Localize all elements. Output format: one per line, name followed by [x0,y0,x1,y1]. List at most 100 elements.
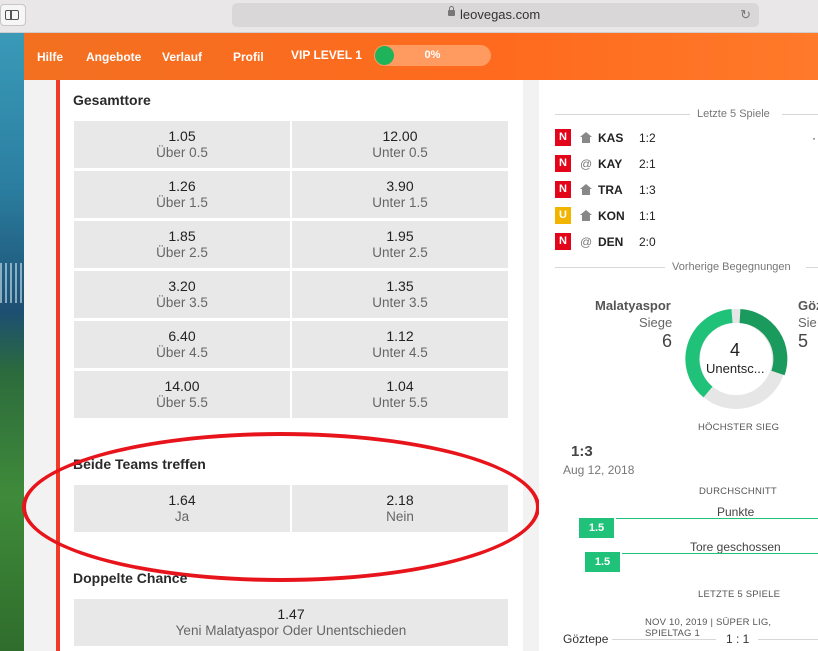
odds-button[interactable]: 1.12 Unter 4.5 [292,321,508,368]
away-wins-label: Sie [798,315,817,330]
highest-win-title: HÖCHSTER SIEG [698,422,780,433]
odds-value: 1.05 [168,128,196,144]
section-title-total-goals: Gesamttore [73,92,151,108]
odds-button-double-chance[interactable]: 1.47 Yeni Malatyaspor Oder Unentschieden [74,599,508,646]
divider [612,639,716,640]
odds-value: 1.12 [386,328,414,344]
reload-icon[interactable]: ↻ [740,7,751,23]
address-bar[interactable]: leovegas.com ↻ [232,3,759,27]
sidebar-toggle-button[interactable] [0,4,26,26]
away-wins-count: 5 [798,331,809,351]
home-team-name: Malatyaspor [595,298,671,313]
match-team: Göztepe [563,632,609,646]
divider [758,639,818,640]
odds-button[interactable]: 12.00 Unter 0.5 [292,121,508,168]
divider [806,267,818,268]
odds-label: Yeni Malatyaspor Oder Unentschieden [175,623,407,638]
odds-button[interactable]: 6.40 Über 4.5 [74,321,290,368]
nav-profile[interactable]: Profil [233,50,264,64]
vip-level-label[interactable]: VIP LEVEL 1 [291,48,362,62]
top-nav: Hilfe Angebote Verlauf Profil VIP LEVEL … [24,33,818,80]
odds-label: Unter 0.5 [372,145,428,160]
highest-win-date: Aug 12, 2018 [563,463,635,477]
odds-label: Über 0.5 [156,145,208,160]
result-badge: N [555,155,571,172]
odds-label: Über 5.5 [156,395,208,410]
vip-progress-bar: 0% [374,45,491,66]
odds-value: 1.35 [386,278,414,294]
home-icon [580,210,592,221]
divider [555,267,665,268]
odds-value: 14.00 [164,378,200,394]
points-label: Punkte [717,505,755,519]
odds-button[interactable]: 1.95 Unter 2.5 [292,221,508,268]
odds-button[interactable]: 14.00 Über 5.5 [74,371,290,418]
h2h-title: Vorherige Begegnungen [672,261,791,273]
home-wins-arc [685,309,733,398]
points-track [616,518,818,519]
odds-button[interactable]: 1.85 Über 2.5 [74,221,290,268]
home-icon [580,132,592,143]
odds-value: 1.26 [168,178,196,194]
match-score: 1:3 [639,183,656,197]
odds-button[interactable]: 3.20 Über 3.5 [74,271,290,318]
odds-label: Über 1.5 [156,195,208,210]
odds-button[interactable]: 1.04 Unter 5.5 [292,371,508,418]
goals-bar: 1.5 [585,552,620,572]
home-wins-label: Siege [639,315,673,330]
nav-offers[interactable]: Angebote [86,50,141,64]
opponent: DEN [598,235,624,249]
home-wins-count: 6 [662,331,673,351]
odds-label: Unter 1.5 [372,195,428,210]
odds-label: Unter 4.5 [372,345,428,360]
match-score: 2:0 [639,235,656,249]
odds-value: 1.04 [386,378,414,394]
odds-value: 6.40 [168,328,196,344]
away-icon: @ [580,235,593,249]
browser-toolbar: leovegas.com ↻ [0,0,818,33]
odds-button[interactable]: 1.35 Unter 3.5 [292,271,508,318]
match-score: 2:1 [639,157,656,171]
result-badge: U [555,207,571,224]
opponent: TRA [598,183,623,197]
result-badge: N [555,233,571,250]
sidebar-icon [5,10,19,20]
odds-label: Über 2.5 [156,245,208,260]
draws-label: Unentsc... [706,361,765,376]
odds-button[interactable]: 3.90 Unter 1.5 [292,171,508,218]
odds-value: 3.20 [168,278,196,294]
truncated-value: · [812,131,816,145]
goals-track [622,553,818,554]
odds-value: 3.90 [386,178,414,194]
home-icon [580,184,592,195]
opponent: KON [598,209,625,223]
odds-label: Unter 3.5 [372,295,428,310]
odds-label: Unter 2.5 [372,245,428,260]
odds-value: 1.95 [386,228,414,244]
nav-history[interactable]: Verlauf [162,50,202,64]
opponent: KAS [598,131,624,145]
last5-matches-title: LETZTE 5 SPIELE [698,589,781,600]
opponent: KAY [598,157,623,171]
highest-win-score: 1:3 [571,443,593,460]
lock-icon [448,6,455,16]
accent-line [56,80,60,651]
result-badge: N [555,181,571,198]
draws-count: 4 [730,340,741,360]
odds-value: 1.85 [168,228,196,244]
odds-value: 12.00 [382,128,418,144]
match-score: 1:2 [639,131,656,145]
goals-label: Tore geschossen [690,540,781,554]
match-score: 1:1 [639,209,656,223]
nav-help[interactable]: Hilfe [37,50,63,64]
vip-progress-text: 0% [424,49,441,61]
odds-button[interactable]: 1.05 Über 0.5 [74,121,290,168]
away-team-name: Göz [798,298,818,313]
background-image [0,33,24,651]
away-icon: @ [580,157,593,171]
url-text: leovegas.com [460,7,541,22]
odds-label: Unter 5.5 [372,395,428,410]
last5-title: Letzte 5 Spiele [697,108,770,120]
odds-label: Über 4.5 [156,345,208,360]
odds-button[interactable]: 1.26 Über 1.5 [74,171,290,218]
